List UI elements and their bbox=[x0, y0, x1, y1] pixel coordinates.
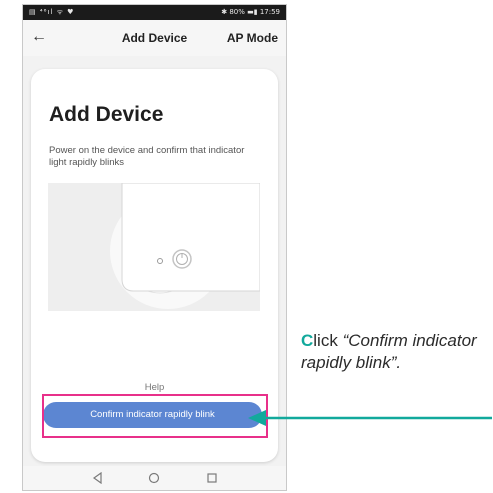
callout-text: lick bbox=[313, 331, 343, 350]
callout-initial: C bbox=[301, 331, 314, 350]
pointer-arrow-layer bbox=[248, 410, 492, 426]
pointer-arrow-icon bbox=[248, 410, 492, 426]
instruction-callout: Click “Confirm indicator rapidly blink”. bbox=[301, 330, 491, 374]
